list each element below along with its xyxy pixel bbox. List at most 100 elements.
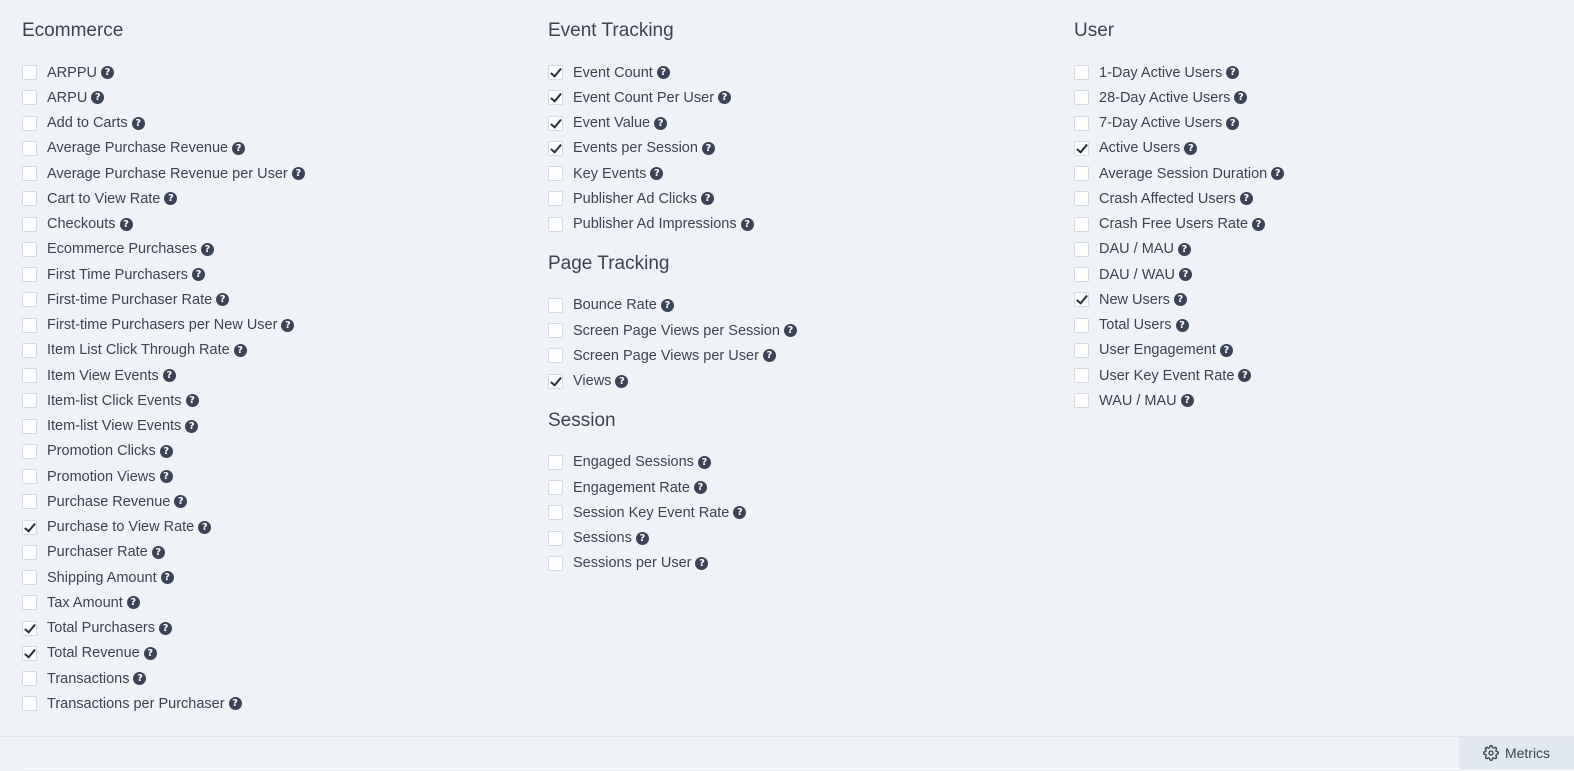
help-icon[interactable]: ? — [228, 697, 242, 711]
metric-checkbox[interactable] — [22, 216, 37, 232]
metric-checkbox[interactable] — [22, 620, 37, 636]
metric-option[interactable]: 1-Day Active Users? — [1074, 60, 1554, 85]
help-icon[interactable]: ? — [1226, 66, 1240, 80]
metric-checkbox[interactable] — [22, 418, 37, 434]
metric-option[interactable]: Total Users? — [1074, 313, 1554, 338]
metric-option[interactable]: Average Purchase Revenue per User? — [22, 161, 522, 186]
metric-checkbox[interactable] — [1074, 241, 1089, 257]
help-icon[interactable]: ? — [1173, 293, 1187, 307]
metric-option[interactable]: First-time Purchasers per New User? — [22, 313, 522, 338]
help-icon[interactable]: ? — [143, 646, 157, 660]
help-icon[interactable]: ? — [192, 268, 205, 282]
metric-option[interactable]: Item-list View Events? — [22, 414, 522, 439]
metric-option[interactable]: Purchaser Rate? — [22, 540, 522, 565]
metric-option[interactable]: First Time Purchasers? — [22, 262, 522, 287]
metric-option[interactable]: Shipping Amount? — [22, 565, 522, 590]
metric-option[interactable]: Event Count Per User? — [548, 85, 1048, 110]
metric-checkbox[interactable] — [22, 342, 37, 358]
help-icon[interactable]: ? — [656, 66, 670, 80]
metric-checkbox[interactable] — [22, 368, 37, 384]
metric-checkbox[interactable] — [1074, 115, 1089, 131]
help-icon[interactable]: ? — [162, 369, 176, 383]
metric-checkbox[interactable] — [22, 645, 37, 661]
metric-checkbox[interactable] — [22, 317, 37, 333]
help-icon[interactable]: ? — [200, 242, 214, 256]
help-icon[interactable]: ? — [693, 481, 707, 495]
help-icon[interactable]: ? — [159, 444, 173, 458]
help-icon[interactable]: ? — [174, 495, 188, 509]
metric-option[interactable]: Crash Free Users Rate? — [1074, 212, 1554, 237]
metric-option[interactable]: Average Purchase Revenue? — [22, 136, 522, 161]
metric-checkbox[interactable] — [22, 696, 37, 712]
help-icon[interactable]: ? — [1239, 192, 1253, 206]
metric-option[interactable]: First-time Purchaser Rate? — [22, 287, 522, 312]
metric-checkbox[interactable] — [548, 373, 563, 389]
metric-checkbox[interactable] — [22, 595, 37, 611]
help-icon[interactable]: ? — [185, 394, 199, 408]
metric-checkbox[interactable] — [548, 115, 563, 131]
metric-option[interactable]: Session Key Event Rate? — [548, 500, 1048, 525]
help-icon[interactable]: ? — [133, 672, 147, 686]
metric-option[interactable]: ARPPU? — [22, 60, 522, 85]
metric-option[interactable]: User Key Event Rate? — [1074, 363, 1554, 388]
metric-checkbox[interactable] — [548, 505, 563, 521]
metric-option[interactable]: Promotion Views? — [22, 464, 522, 489]
metric-option[interactable]: Average Session Duration? — [1074, 161, 1554, 186]
help-icon[interactable]: ? — [1180, 394, 1194, 408]
metric-checkbox[interactable] — [22, 570, 37, 586]
metric-option[interactable]: Sessions per User? — [548, 551, 1048, 576]
metric-option[interactable]: Engaged Sessions? — [548, 450, 1048, 475]
help-icon[interactable]: ? — [100, 66, 114, 80]
metric-option[interactable]: Add to Carts? — [22, 111, 522, 136]
metric-option[interactable]: Total Purchasers? — [22, 616, 522, 641]
help-icon[interactable]: ? — [718, 91, 732, 105]
metric-checkbox[interactable] — [22, 443, 37, 459]
metric-checkbox[interactable] — [1074, 65, 1089, 81]
help-icon[interactable]: ? — [1179, 268, 1192, 282]
help-icon[interactable]: ? — [695, 556, 709, 570]
metric-option[interactable]: 28-Day Active Users? — [1074, 85, 1554, 110]
metric-checkbox[interactable] — [548, 323, 563, 339]
metric-checkbox[interactable] — [548, 348, 563, 364]
help-icon[interactable]: ? — [635, 531, 649, 545]
metric-option[interactable]: Publisher Ad Clicks? — [548, 186, 1048, 211]
metric-checkbox[interactable] — [22, 469, 37, 485]
metric-checkbox[interactable] — [548, 140, 563, 156]
metric-option[interactable]: Tax Amount? — [22, 590, 522, 615]
help-icon[interactable]: ? — [233, 343, 247, 357]
metric-option[interactable]: Views? — [548, 369, 1048, 394]
metric-option[interactable]: Sessions? — [548, 526, 1048, 551]
metric-option[interactable]: Purchase Revenue? — [22, 489, 522, 514]
metric-checkbox[interactable] — [1074, 342, 1089, 358]
help-icon[interactable]: ? — [1238, 369, 1252, 383]
metric-checkbox[interactable] — [22, 544, 37, 560]
metric-option[interactable]: Total Revenue? — [22, 641, 522, 666]
help-icon[interactable]: ? — [1219, 343, 1233, 357]
help-icon[interactable]: ? — [697, 455, 711, 469]
help-icon[interactable]: ? — [740, 217, 754, 231]
metric-checkbox[interactable] — [22, 90, 37, 106]
metric-checkbox[interactable] — [1074, 292, 1089, 308]
help-icon[interactable]: ? — [291, 167, 305, 181]
metric-checkbox[interactable] — [1074, 216, 1089, 232]
metric-option[interactable]: Transactions? — [22, 666, 522, 691]
metric-checkbox[interactable] — [548, 90, 563, 106]
metric-checkbox[interactable] — [22, 140, 37, 156]
help-icon[interactable]: ? — [650, 167, 664, 181]
help-icon[interactable]: ? — [131, 116, 145, 130]
metric-option[interactable]: Transactions per Purchaser? — [22, 691, 522, 716]
help-icon[interactable]: ? — [232, 141, 246, 155]
metric-option[interactable]: Publisher Ad Impressions? — [548, 212, 1048, 237]
metric-checkbox[interactable] — [22, 393, 37, 409]
metric-option[interactable]: Bounce Rate? — [548, 293, 1048, 318]
metric-option[interactable]: Event Value? — [548, 111, 1048, 136]
help-icon[interactable]: ? — [198, 520, 212, 534]
help-icon[interactable]: ? — [1177, 242, 1191, 256]
metric-option[interactable]: ARPU? — [22, 85, 522, 110]
metric-option[interactable]: Engagement Rate? — [548, 475, 1048, 500]
help-icon[interactable]: ? — [1271, 167, 1285, 181]
metric-checkbox[interactable] — [1074, 191, 1089, 207]
metric-checkbox[interactable] — [22, 671, 37, 687]
metric-checkbox[interactable] — [22, 519, 37, 535]
help-icon[interactable]: ? — [126, 596, 140, 610]
